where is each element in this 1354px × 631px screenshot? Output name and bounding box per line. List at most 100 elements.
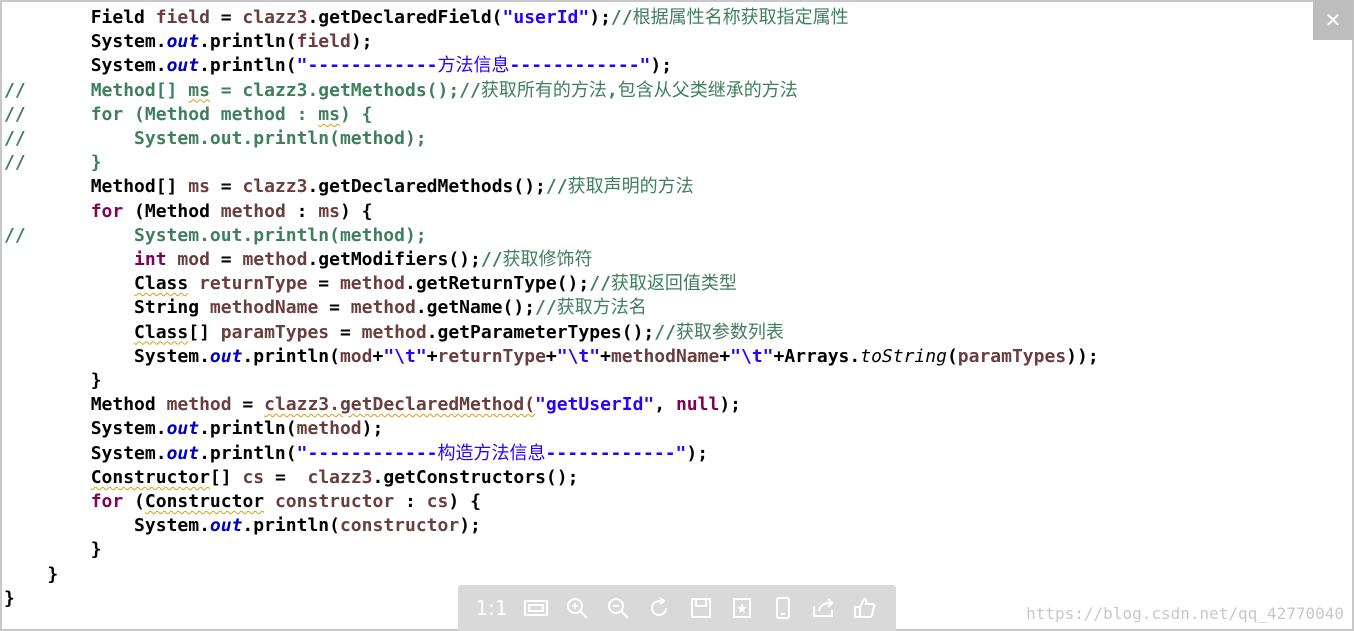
code-token: for	[90, 491, 124, 512]
code-token: for	[90, 200, 124, 222]
code-token: Field	[4, 7, 156, 28]
code-line: // Method[] ms = clazz3.getMethods();//获…	[4, 79, 798, 103]
code-token: 获取方法名	[556, 297, 647, 319]
code-token: =	[209, 176, 243, 198]
fit-window-icon[interactable]	[521, 593, 551, 623]
code-token: ------------"	[545, 442, 687, 464]
code-token: +	[545, 345, 557, 367]
code-token: );	[686, 442, 709, 464]
code-line: for (Constructor constructor : cs) {	[4, 490, 481, 514]
code-token: }	[4, 539, 102, 561]
code-token: //	[535, 297, 557, 319]
viewer-toolbar: 1:1	[458, 585, 896, 631]
code-token: String	[4, 297, 210, 319]
code-token: // for (Method method :	[4, 103, 319, 125]
code-token: .println(	[199, 442, 297, 464]
code-token: :	[285, 200, 319, 222]
code-token: :	[394, 491, 427, 512]
code-token: System.	[4, 55, 167, 77]
code-token: );	[350, 31, 373, 53]
save-icon[interactable]	[686, 593, 716, 623]
code-token: //	[589, 273, 611, 295]
code-token: 获取返回值类型	[610, 273, 737, 295]
rotate-icon[interactable]	[644, 593, 674, 623]
code-token: 获取声明的方法	[567, 176, 694, 198]
close-button[interactable]: ✕	[1313, 0, 1353, 40]
code-token: method	[339, 273, 405, 295]
code-token: 获取参数列表	[675, 321, 784, 343]
code-token: System.	[4, 345, 210, 367]
code-token: System.	[4, 418, 167, 440]
code-token: = clazz3.getMethods();//	[209, 79, 481, 101]
code-token: .getDeclaredField(	[307, 7, 503, 28]
code-token: //	[480, 249, 503, 270]
code-token: .getConstructors();	[372, 466, 579, 488]
code-token: Constructor	[144, 491, 265, 512]
code-line: Constructor[] cs = clazz3.getConstructor…	[4, 466, 579, 490]
code-token: Method	[4, 394, 167, 416]
code-token: method	[296, 418, 362, 440]
code-token: "userId"	[502, 7, 590, 28]
code-line: Method method = clazz3.getDeclaredMethod…	[4, 393, 741, 417]
code-line: Field field = clazz3.getDeclaredField("u…	[4, 6, 849, 30]
code-token: clazz3	[242, 176, 308, 198]
code-token: ) {	[339, 103, 373, 125]
code-token: =	[231, 394, 265, 416]
code-token: ------------"	[509, 55, 651, 77]
code-token: ms	[318, 200, 340, 222]
code-token: "\t"	[556, 345, 601, 367]
code-token: returnType	[437, 345, 546, 367]
code-token: out	[166, 442, 200, 464]
actual-size-button[interactable]: 1:1	[474, 593, 510, 623]
phone-icon[interactable]	[768, 593, 798, 623]
code-token: 根据属性名称获取指定属性	[632, 7, 849, 28]
code-token: System.	[4, 442, 167, 464]
code-line: // System.out.println(method);	[4, 127, 427, 151]
code-token: returnType	[199, 273, 308, 295]
code-token: .println(	[242, 515, 340, 537]
share-icon[interactable]	[809, 593, 839, 623]
code-token: //	[545, 176, 568, 198]
code-token: mod	[339, 345, 373, 367]
code-token: =	[264, 466, 308, 488]
code-token: method	[166, 394, 232, 416]
code-token: constructor	[339, 515, 460, 537]
code-line: for (Method method : ms) {	[4, 200, 373, 224]
code-token: System.	[4, 31, 167, 53]
code-token: method	[361, 321, 427, 343]
code-line: Method[] ms = clazz3.getDeclaredMethods(…	[4, 175, 694, 199]
code-token: .getName();	[415, 297, 536, 319]
code-token: null	[675, 394, 720, 416]
code-token: "------------	[296, 55, 438, 77]
code-line: Class returnType = method.getReturnType(…	[4, 272, 737, 296]
code-token: =	[318, 297, 351, 319]
code-token: methodName	[610, 345, 720, 367]
code-token: ,	[654, 394, 676, 416]
code-token: ms	[188, 79, 210, 101]
code-token: out	[166, 55, 200, 77]
code-line: System.out.println(method);	[4, 417, 384, 441]
code-token: // System.out.println(method);	[4, 224, 427, 246]
like-icon[interactable]	[850, 593, 880, 623]
code-token: =	[209, 7, 243, 28]
code-token: // Method[]	[4, 79, 189, 101]
code-token: ,	[606, 79, 618, 101]
zoom-in-icon[interactable]	[562, 593, 592, 623]
code-token: // }	[4, 152, 102, 174]
code-token: clazz3	[242, 7, 308, 28]
code-token: }	[4, 587, 15, 609]
code-token: cs	[242, 466, 265, 488]
bookmark-icon[interactable]	[727, 593, 757, 623]
code-token: "\t"	[383, 345, 427, 367]
code-token: .println(	[199, 31, 297, 53]
code-token: mod	[177, 249, 210, 270]
code-token: );	[589, 7, 611, 28]
zoom-out-icon[interactable]	[603, 593, 633, 623]
code-token: =	[329, 321, 362, 343]
code-token: method	[350, 297, 416, 319]
